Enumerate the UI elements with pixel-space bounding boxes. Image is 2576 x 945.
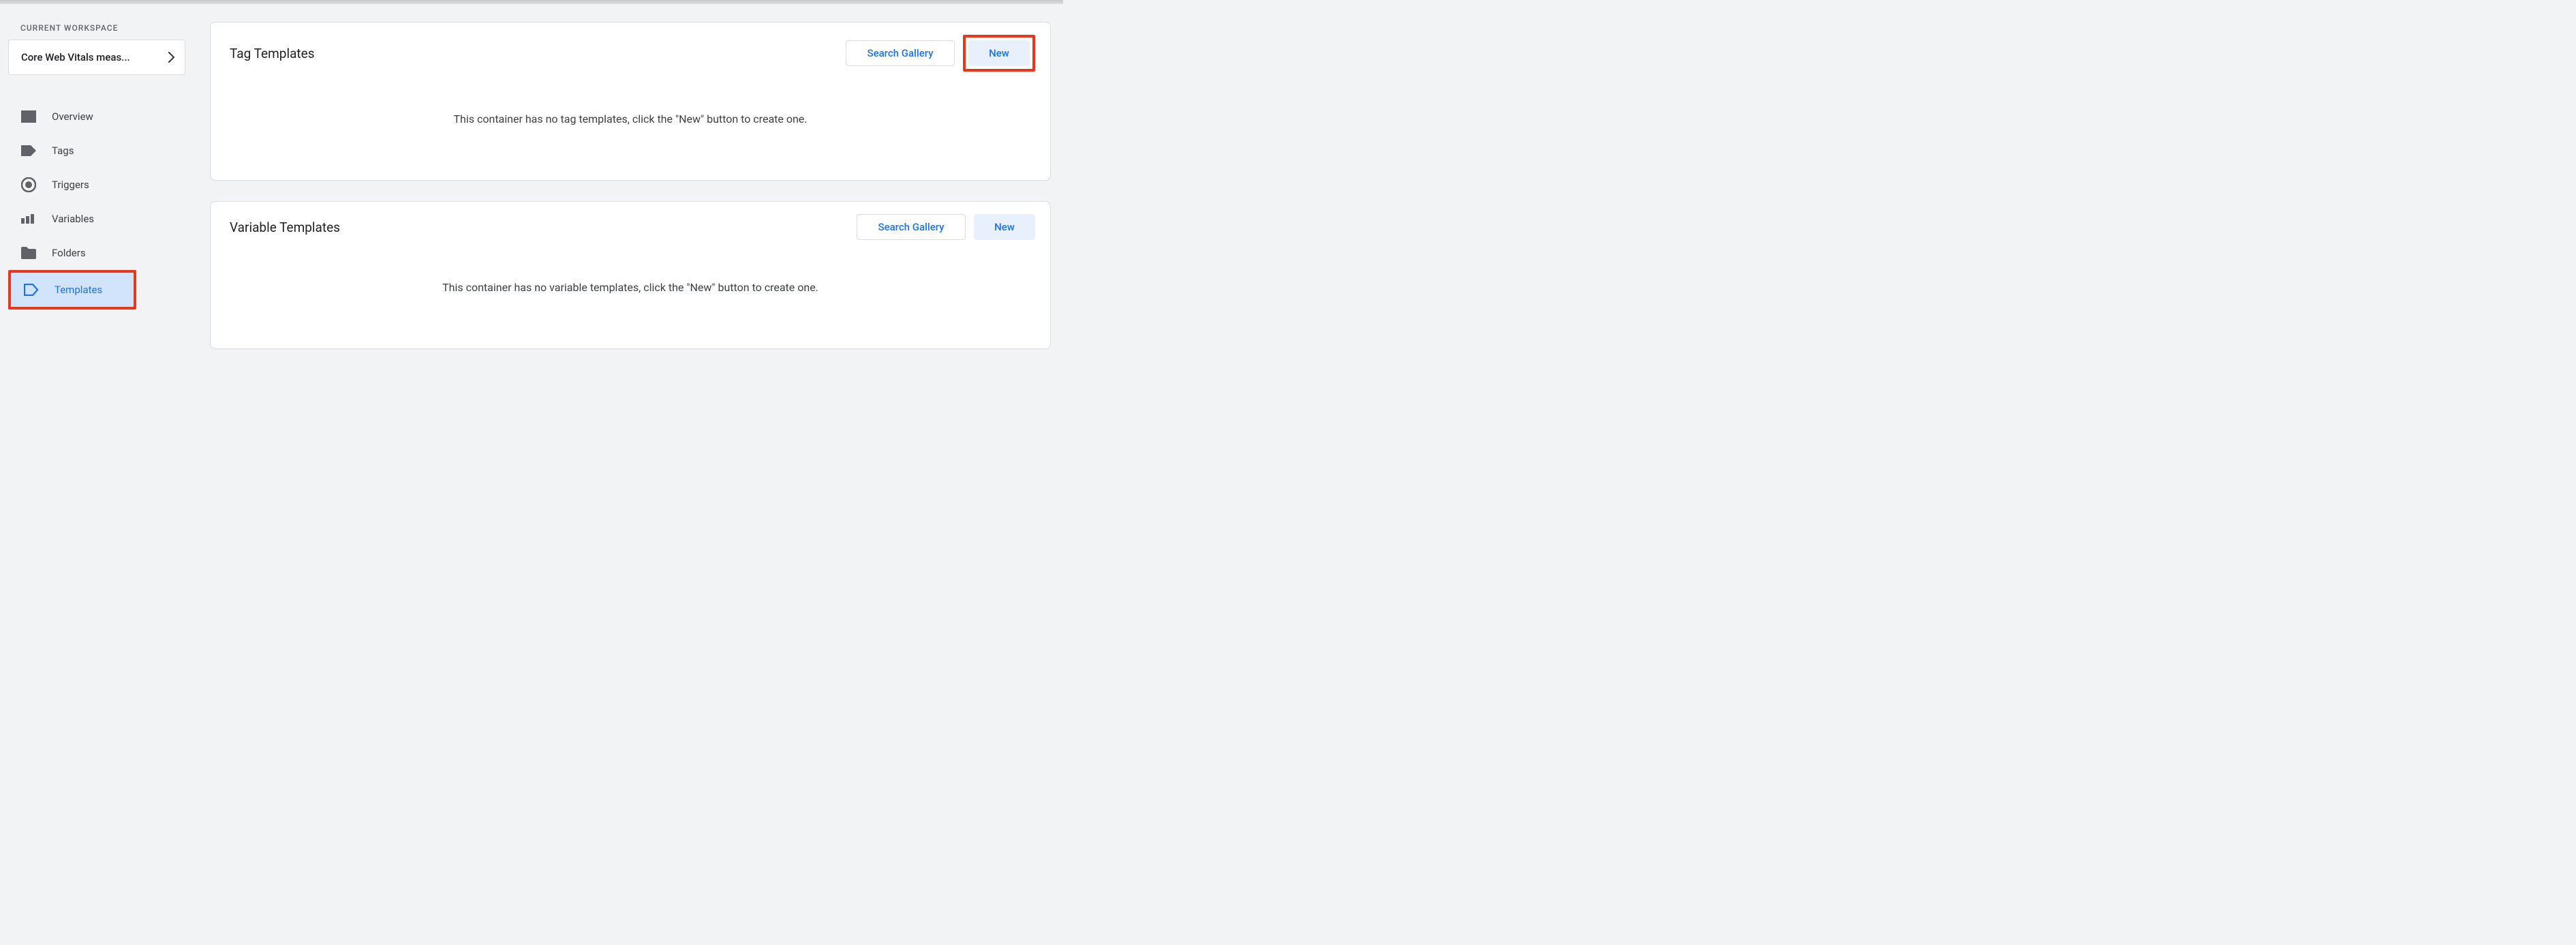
variable-templates-title: Variable Templates — [230, 220, 340, 235]
sidebar: CURRENT WORKSPACE Core Web Vitals meas..… — [0, 4, 198, 383]
chevron-right-icon — [168, 52, 175, 63]
sidebar-nav: Overview Tags Triggers Variables — [0, 95, 198, 310]
tag-search-gallery-button[interactable]: Search Gallery — [846, 40, 955, 66]
template-icon — [23, 282, 40, 298]
tag-new-button[interactable]: New — [968, 40, 1030, 66]
sidebar-item-templates[interactable]: Templates — [11, 273, 134, 307]
workspace-section-label: CURRENT WORKSPACE — [0, 19, 198, 40]
overview-icon — [20, 108, 37, 125]
variable-templates-card: Variable Templates Search Gallery New Th… — [210, 201, 1051, 349]
variable-icon — [20, 211, 37, 227]
sidebar-item-label: Tags — [52, 145, 74, 157]
sidebar-item-overview[interactable]: Overview — [0, 100, 184, 134]
sidebar-item-label: Triggers — [52, 179, 89, 191]
trigger-icon — [20, 177, 37, 193]
tag-templates-empty-message: This container has no tag templates, cli… — [211, 72, 1050, 180]
main-content: Tag Templates Search Gallery New This co… — [198, 4, 1063, 383]
tag-new-button-highlight: New — [963, 35, 1035, 72]
sidebar-templates-highlight: Templates — [8, 270, 136, 310]
tag-templates-card: Tag Templates Search Gallery New This co… — [210, 22, 1051, 181]
tag-icon — [20, 142, 37, 159]
sidebar-item-label: Templates — [55, 284, 102, 296]
variable-templates-empty-message: This container has no variable templates… — [211, 240, 1050, 348]
tag-templates-title: Tag Templates — [230, 46, 315, 61]
sidebar-item-folders[interactable]: Folders — [0, 236, 184, 270]
variable-new-button[interactable]: New — [974, 214, 1035, 240]
sidebar-item-label: Variables — [52, 213, 94, 225]
sidebar-item-label: Folders — [52, 247, 86, 259]
sidebar-item-label: Overview — [52, 110, 93, 123]
workspace-name: Core Web Vitals meas... — [21, 51, 130, 63]
sidebar-item-variables[interactable]: Variables — [0, 202, 184, 236]
workspace-selector[interactable]: Core Web Vitals meas... — [8, 40, 185, 75]
folder-icon — [20, 245, 37, 261]
variable-search-gallery-button[interactable]: Search Gallery — [857, 214, 966, 240]
sidebar-item-tags[interactable]: Tags — [0, 134, 184, 168]
sidebar-item-triggers[interactable]: Triggers — [0, 168, 184, 202]
